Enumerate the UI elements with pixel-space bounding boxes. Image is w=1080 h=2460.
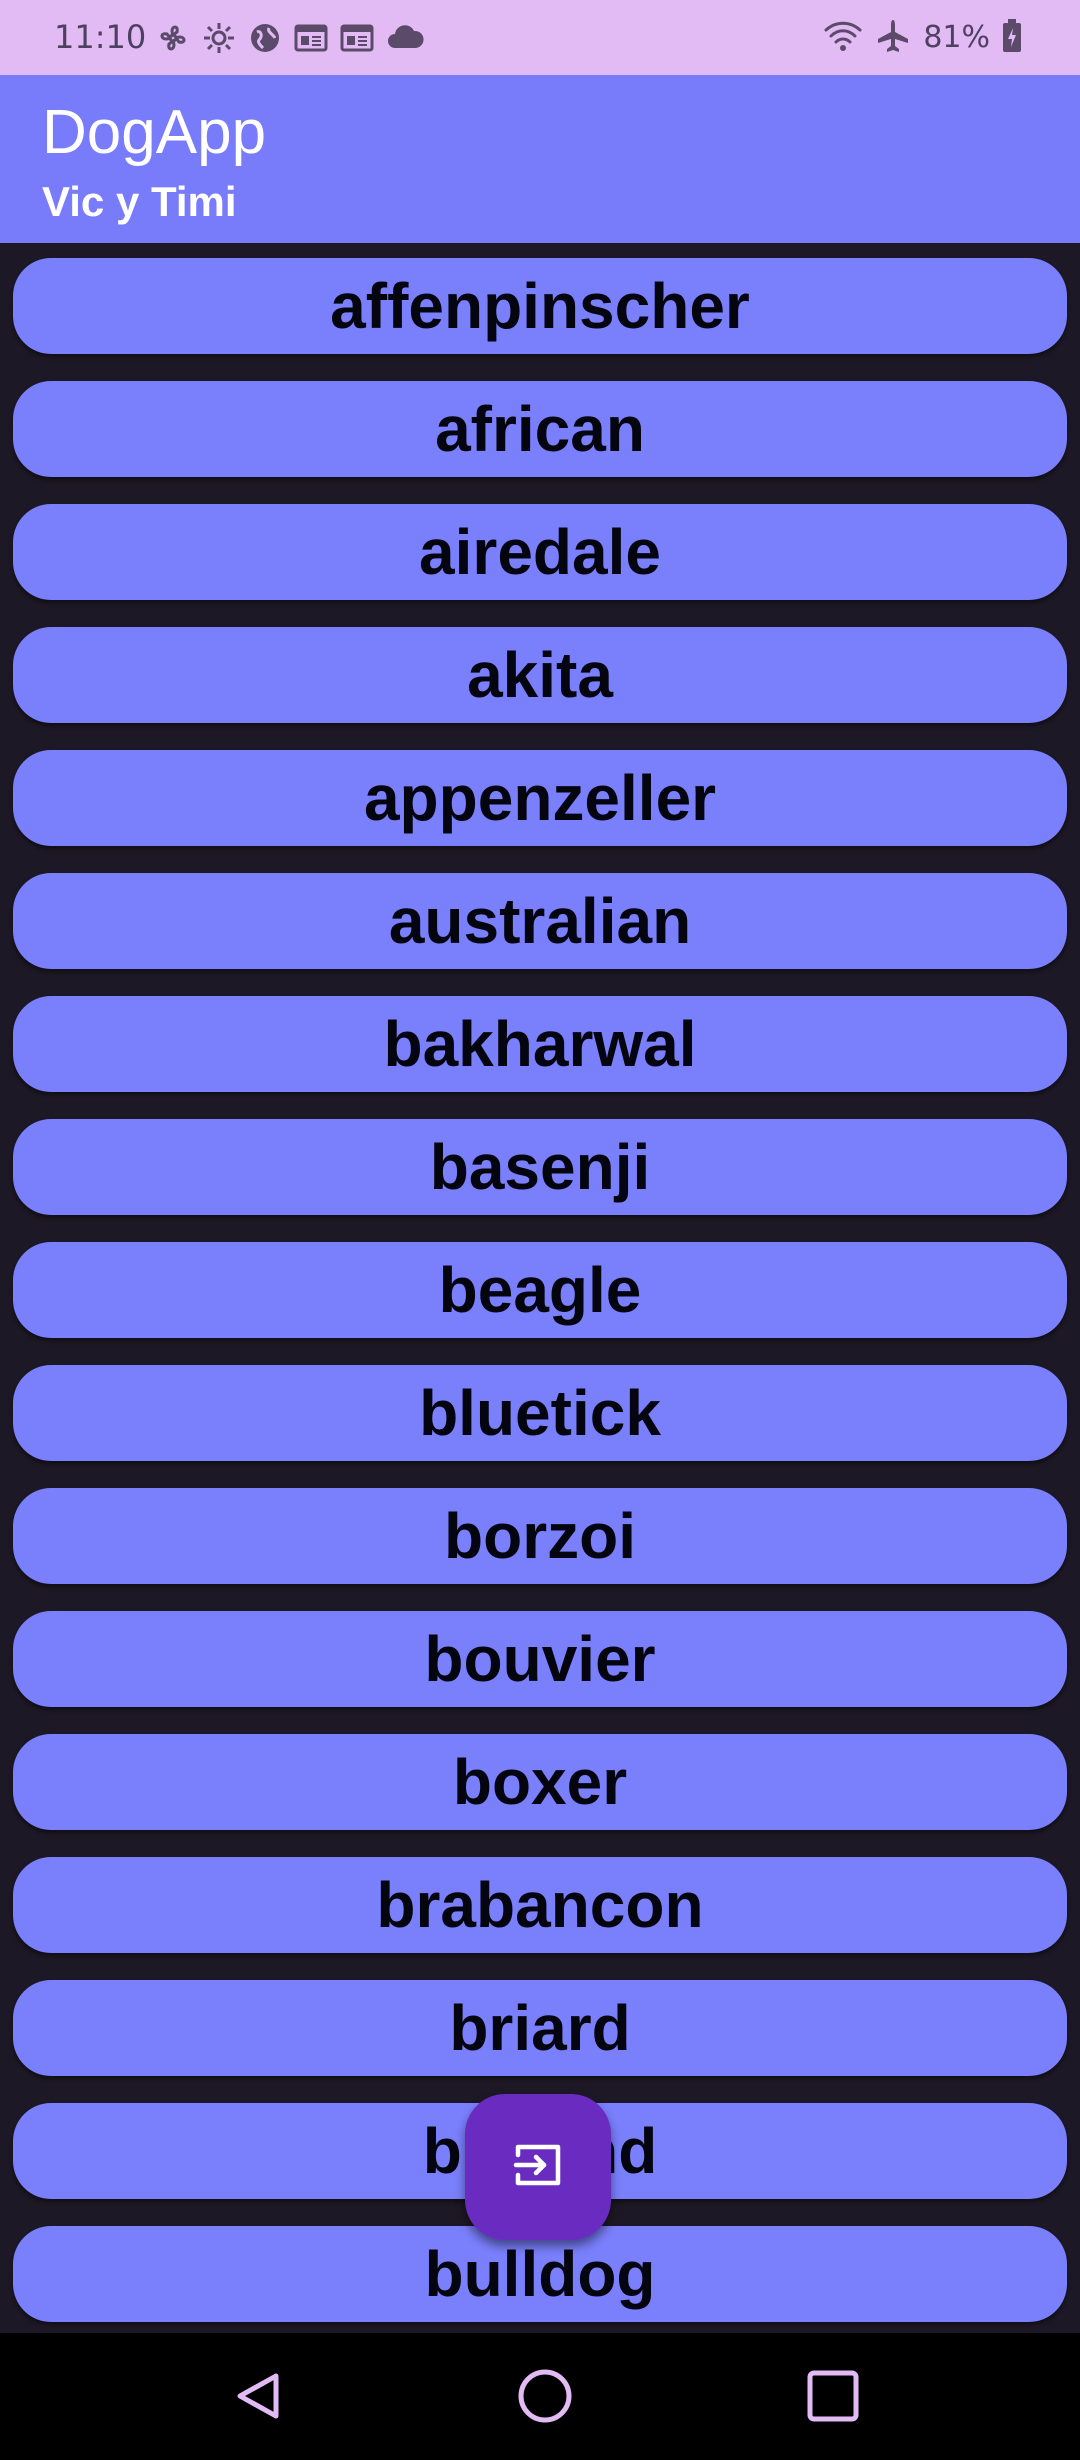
breed-button[interactable]: australian (13, 873, 1067, 969)
breed-label: bouvier (424, 1623, 656, 1695)
home-icon (515, 2366, 575, 2431)
app-bar: DogApp Vic y Timi (0, 75, 1080, 243)
exit-fab-button[interactable] (465, 2094, 611, 2240)
breed-button[interactable]: akita (13, 627, 1067, 723)
breed-label: bluetick (419, 1377, 661, 1449)
breed-button[interactable]: bouvier (13, 1611, 1067, 1707)
breed-label: bakharwal (383, 1008, 697, 1080)
breed-button[interactable]: bakharwal (13, 996, 1067, 1092)
battery-icon (1002, 18, 1022, 58)
breed-button[interactable]: affenpinscher (13, 258, 1067, 354)
breed-label: basenji (429, 1131, 651, 1203)
breed-list[interactable]: affenpinscher african airedale akita app… (0, 243, 1080, 2333)
settings-icon (201, 20, 237, 56)
breed-button[interactable]: brabancon (13, 1857, 1067, 1953)
status-system-icons: 81% (823, 18, 1022, 58)
breed-button[interactable]: borzoi (13, 1488, 1067, 1584)
breed-label: affenpinscher (330, 270, 750, 342)
status-time: 11:10 (54, 18, 147, 56)
recents-button[interactable] (798, 2363, 868, 2433)
breed-label: beagle (438, 1254, 642, 1326)
breed-button[interactable]: bulldog (13, 2226, 1067, 2322)
wifi-icon (823, 18, 863, 58)
fan-icon (155, 20, 191, 56)
breed-label: boxer (452, 1746, 628, 1818)
breed-label: australian (388, 885, 692, 957)
app-title: DogApp (42, 98, 267, 167)
breed-button[interactable]: bluetick (13, 1365, 1067, 1461)
exit-icon (510, 2137, 566, 2198)
cloud-icon (385, 20, 425, 56)
breed-label: brabancon (376, 1869, 704, 1941)
breed-button[interactable]: briard (13, 1980, 1067, 2076)
breed-button[interactable]: boxer (13, 1734, 1067, 1830)
breed-button[interactable]: appenzeller (13, 750, 1067, 846)
breed-button[interactable]: beagle (13, 1242, 1067, 1338)
breed-label: appenzeller (363, 762, 717, 834)
home-button[interactable] (510, 2363, 580, 2433)
back-icon (230, 2368, 286, 2429)
navigation-bar (0, 2333, 1080, 2460)
back-button[interactable] (223, 2363, 293, 2433)
app-subtitle: Vic y Timi (42, 178, 237, 225)
breed-button[interactable]: african (13, 381, 1067, 477)
status-notification-icons (155, 20, 425, 56)
recents-icon (805, 2368, 861, 2429)
breed-button[interactable]: basenji (13, 1119, 1067, 1215)
breed-label: briard (449, 1992, 631, 2064)
battery-percentage: 81% (923, 20, 990, 55)
globe-icon (247, 20, 283, 56)
status-bar: 11:10 81% (0, 0, 1080, 75)
breed-label: akita (467, 639, 613, 711)
breed-label: bulldog (424, 2238, 656, 2310)
breed-label: borzoi (444, 1500, 636, 1572)
news-icon (339, 20, 375, 56)
breed-button[interactable]: airedale (13, 504, 1067, 600)
airplane-icon (875, 18, 911, 58)
news-icon (293, 20, 329, 56)
breed-label: airedale (419, 516, 661, 588)
breed-label: african (435, 393, 645, 465)
